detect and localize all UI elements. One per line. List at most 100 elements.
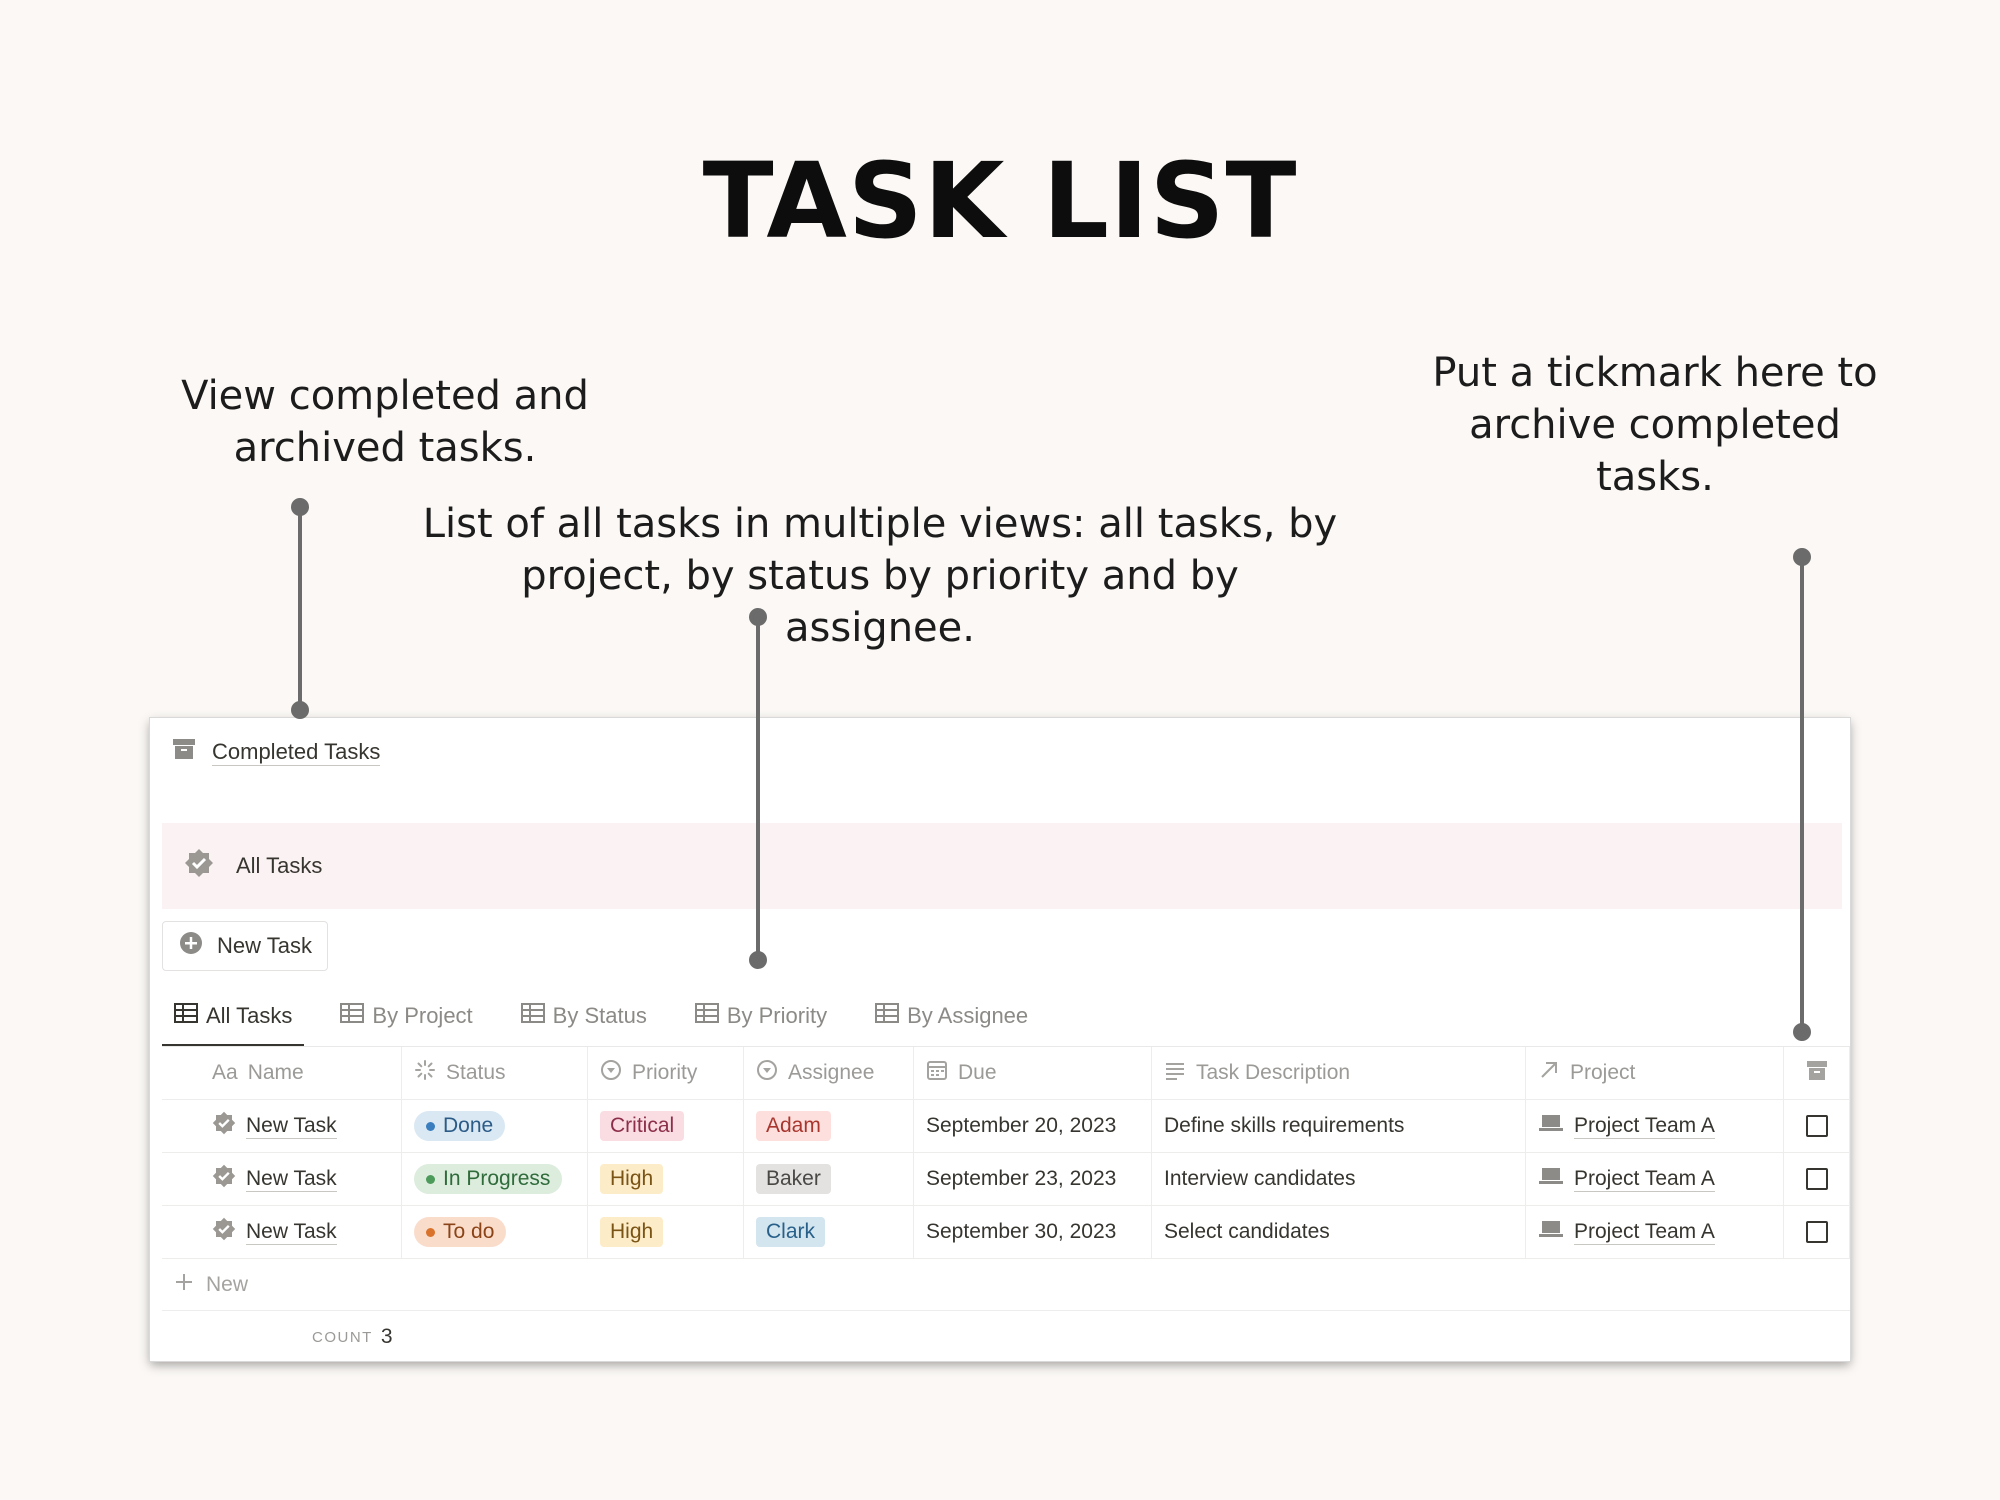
completed-tasks-label: Completed Tasks	[212, 738, 381, 766]
tab-by-priority[interactable]: By Priority	[683, 988, 839, 1044]
add-new-row[interactable]: New	[162, 1259, 1850, 1311]
table-row[interactable]: New Task To do High Clark September 30, …	[162, 1206, 1850, 1259]
project-cell[interactable]: Project Team A	[1526, 1153, 1784, 1205]
new-task-button[interactable]: New Task	[162, 921, 328, 971]
table-icon	[520, 1003, 545, 1029]
status-dot	[426, 1174, 435, 1184]
assignee-cell[interactable]: Baker	[744, 1153, 914, 1205]
task-name-cell[interactable]: New Task	[162, 1100, 402, 1152]
archive-cell	[1784, 1153, 1850, 1205]
description-cell[interactable]: Interview candidates	[1152, 1153, 1526, 1205]
status-pill-done: Done	[414, 1111, 506, 1141]
priority-pill: Critical	[600, 1111, 685, 1141]
task-description: Interview candidates	[1164, 1167, 1356, 1190]
archive-checkbox[interactable]	[1805, 1221, 1828, 1243]
column-header-task-description[interactable]: Task Description	[1152, 1047, 1526, 1099]
plus-circle-icon	[179, 931, 203, 961]
status-cell[interactable]: In Progress	[402, 1153, 588, 1205]
completed-tasks-link[interactable]: Completed Tasks	[172, 733, 381, 771]
tab-label: By Priority	[726, 1003, 828, 1028]
column-header-label: Name	[247, 1061, 304, 1084]
column-header-name[interactable]: Aa Name	[162, 1047, 402, 1099]
project-cell[interactable]: Project Team A	[1526, 1100, 1784, 1152]
table-row[interactable]: New Task In Progress High Baker Septembe…	[162, 1153, 1850, 1206]
status-pill-to-do: To do	[414, 1217, 507, 1247]
column-header-label: Assignee	[788, 1061, 875, 1084]
table-row[interactable]: New Task Done Critical Adam September 20…	[162, 1100, 1850, 1153]
column-header-label: Priority	[632, 1061, 698, 1084]
assignee-cell[interactable]: Adam	[744, 1100, 914, 1152]
description-cell[interactable]: Select candidates	[1152, 1206, 1526, 1258]
assignee-pill: Clark	[756, 1217, 826, 1247]
status-cell[interactable]: Done	[402, 1100, 588, 1152]
count-label: COUNT	[312, 1328, 373, 1346]
column-header-due[interactable]: Due	[914, 1047, 1152, 1099]
table-header-row: Aa Name Status Priority Assignee Due Tas…	[162, 1047, 1850, 1100]
arrow-up-right-icon	[1538, 1059, 1560, 1087]
project-link[interactable]: Project Team A	[1574, 1220, 1715, 1245]
banner-title: All Tasks	[236, 853, 323, 878]
tab-by-project[interactable]: By Project	[328, 988, 484, 1044]
project-cell[interactable]: Project Team A	[1526, 1206, 1784, 1258]
column-header-status[interactable]: Status	[402, 1047, 588, 1099]
project-link[interactable]: Project Team A	[1574, 1114, 1715, 1139]
count-value: 3	[380, 1325, 393, 1348]
count-footer[interactable]: COUNT 3	[162, 1311, 1850, 1363]
assignee-cell[interactable]: Clark	[744, 1206, 914, 1258]
connector-left-dot-bottom	[291, 701, 309, 719]
text-property-icon: Aa	[212, 1061, 238, 1084]
calendar-icon	[926, 1059, 948, 1087]
task-database-panel: Completed Tasks All Tasks New Task All T…	[150, 718, 1850, 1361]
priority-cell[interactable]: Critical	[588, 1100, 744, 1152]
annotation-views: List of all tasks in multiple views: all…	[422, 501, 1338, 651]
tab-label: By Project	[372, 1003, 473, 1028]
column-header-archive[interactable]	[1784, 1047, 1850, 1099]
column-header-label: Task Description	[1196, 1061, 1351, 1084]
tasks-table: Aa Name Status Priority Assignee Due Tas…	[162, 1046, 1850, 1363]
due-cell[interactable]: September 30, 2023	[914, 1206, 1152, 1258]
verified-badge-icon	[184, 848, 214, 884]
status-label: Done	[443, 1114, 494, 1137]
column-header-label: Due	[958, 1061, 997, 1084]
task-name-cell[interactable]: New Task	[162, 1206, 402, 1258]
priority-pill: High	[600, 1217, 664, 1247]
task-name: New Task	[246, 1113, 337, 1139]
column-header-project[interactable]: Project	[1526, 1047, 1784, 1099]
connector-left-dot-top	[291, 498, 309, 516]
table-icon	[174, 1003, 198, 1029]
status-cell[interactable]: To do	[402, 1206, 588, 1258]
description-cell[interactable]: Define skills requirements	[1152, 1100, 1526, 1152]
archive-checkbox[interactable]	[1805, 1168, 1828, 1190]
archive-cell	[1784, 1100, 1850, 1152]
laptop-icon	[1538, 1166, 1564, 1192]
archive-cell	[1784, 1206, 1850, 1258]
due-date: September 30, 2023	[926, 1220, 1117, 1243]
task-description: Define skills requirements	[1164, 1114, 1405, 1137]
select-circle-icon	[756, 1059, 778, 1087]
annotation-completed-tasks: View completed and archived tasks.	[181, 373, 589, 471]
priority-cell[interactable]: High	[588, 1206, 744, 1258]
laptop-icon	[1538, 1219, 1564, 1245]
task-name: New Task	[246, 1219, 337, 1245]
column-header-priority[interactable]: Priority	[588, 1047, 744, 1099]
archive-box-icon	[172, 738, 196, 766]
tab-by-status[interactable]: By Status	[509, 988, 659, 1044]
archive-checkbox[interactable]	[1805, 1115, 1828, 1137]
project-link[interactable]: Project Team A	[1574, 1167, 1715, 1192]
column-header-label: Status	[446, 1061, 506, 1084]
due-cell[interactable]: September 23, 2023	[914, 1153, 1152, 1205]
due-cell[interactable]: September 20, 2023	[914, 1100, 1152, 1152]
view-tabs: All Tasks By Project By Status By Priori…	[162, 988, 1838, 1047]
assignee-pill: Baker	[756, 1164, 831, 1194]
priority-cell[interactable]: High	[588, 1153, 744, 1205]
status-pill-in-progress: In Progress	[414, 1164, 563, 1194]
table-icon	[340, 1003, 365, 1029]
status-dot	[426, 1121, 435, 1131]
tab-by-assignee[interactable]: By Assignee	[863, 988, 1040, 1044]
status-label: In Progress	[443, 1167, 551, 1190]
tab-all-tasks[interactable]: All Tasks	[162, 988, 305, 1047]
task-name-cell[interactable]: New Task	[162, 1153, 402, 1205]
column-header-assignee[interactable]: Assignee	[744, 1047, 914, 1099]
page-title: TASK LIST	[702, 140, 1298, 262]
tab-label: By Assignee	[907, 1003, 1029, 1028]
